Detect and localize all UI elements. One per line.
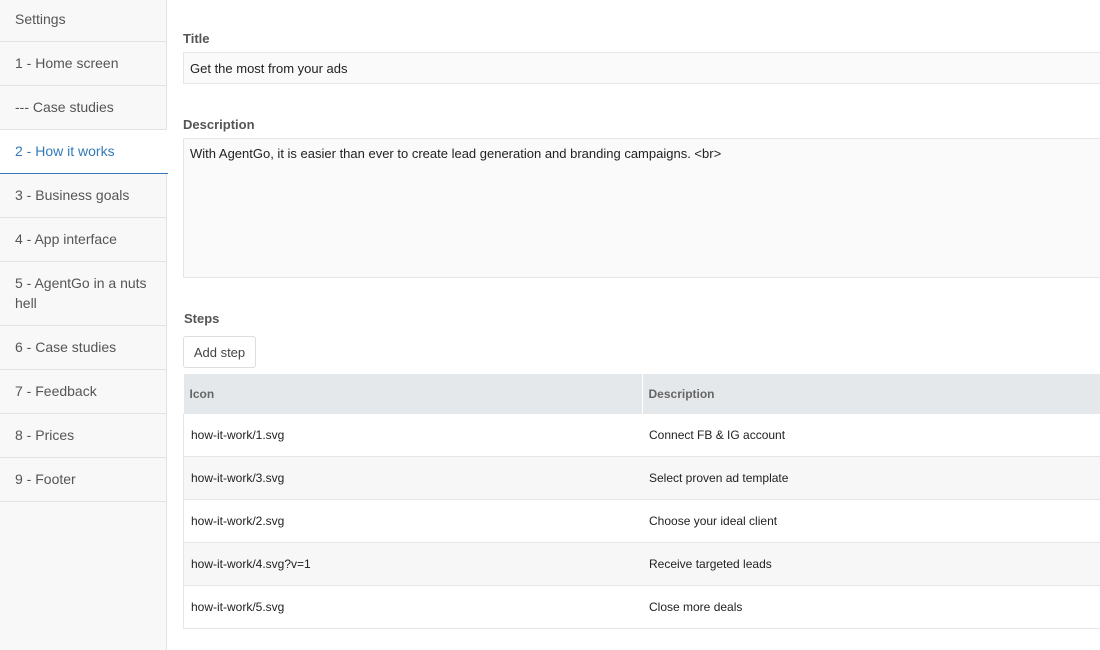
column-header-description[interactable]: Description	[642, 374, 1100, 414]
sidebar-item-case-studies[interactable]: 6 - Case studies	[0, 326, 167, 370]
sidebar-item-case-studies-sub[interactable]: --- Case studies	[0, 86, 167, 130]
table-row[interactable]: how-it-work/1.svg Connect FB & IG accoun…	[183, 414, 1100, 457]
steps-table: Icon Description how-it-work/1.svg Conne…	[183, 374, 1100, 629]
description-textarea[interactable]: With AgentGo, it is easier than ever to …	[183, 138, 1100, 278]
cell-icon-path: how-it-work/1.svg	[183, 414, 642, 457]
cell-description: Connect FB & IG account	[642, 414, 1100, 457]
sidebar-list: Settings 1 - Home screen --- Case studie…	[0, 0, 168, 502]
column-header-icon[interactable]: Icon	[183, 374, 643, 414]
cell-icon-path: how-it-work/2.svg	[183, 499, 642, 543]
cell-description: Choose your ideal client	[642, 499, 1100, 543]
steps-label: Steps	[184, 311, 220, 326]
sidebar-item-feedback[interactable]: 7 - Feedback	[0, 370, 167, 414]
cell-icon-path: how-it-work/3.svg	[183, 456, 642, 500]
sidebar-item-prices[interactable]: 8 - Prices	[0, 414, 167, 458]
sidebar-item-how-it-works[interactable]: 2 - How it works	[0, 130, 168, 174]
table-header-row: Icon Description	[183, 374, 1100, 414]
table-row[interactable]: how-it-work/4.svg?v=1 Receive targeted l…	[183, 542, 1100, 586]
sidebar-item-app-interface[interactable]: 4 - App interface	[0, 218, 167, 262]
cell-description: Close more deals	[642, 585, 1100, 629]
cell-icon-path: how-it-work/4.svg?v=1	[183, 542, 642, 586]
table-row[interactable]: how-it-work/2.svg Choose your ideal clie…	[183, 499, 1100, 543]
title-input[interactable]	[183, 52, 1100, 84]
sidebar-item-home-screen[interactable]: 1 - Home screen	[0, 42, 167, 86]
sidebar: Settings 1 - Home screen --- Case studie…	[0, 0, 168, 650]
cell-icon-path: how-it-work/5.svg	[183, 585, 642, 629]
cell-description: Receive targeted leads	[642, 542, 1100, 586]
table-row[interactable]: how-it-work/3.svg Select proven ad templ…	[183, 456, 1100, 500]
add-step-button[interactable]: Add step	[183, 336, 256, 368]
cell-description: Select proven ad template	[642, 456, 1100, 500]
table-row[interactable]: how-it-work/5.svg Close more deals	[183, 585, 1100, 629]
title-label: Title	[183, 31, 210, 46]
sidebar-item-agentgo-nutshell[interactable]: 5 - AgentGo in a nuts hell	[0, 262, 167, 326]
description-label: Description	[183, 117, 255, 132]
sidebar-item-business-goals[interactable]: 3 - Business goals	[0, 174, 167, 218]
sidebar-item-settings[interactable]: Settings	[0, 0, 167, 42]
sidebar-item-footer[interactable]: 9 - Footer	[0, 458, 167, 502]
